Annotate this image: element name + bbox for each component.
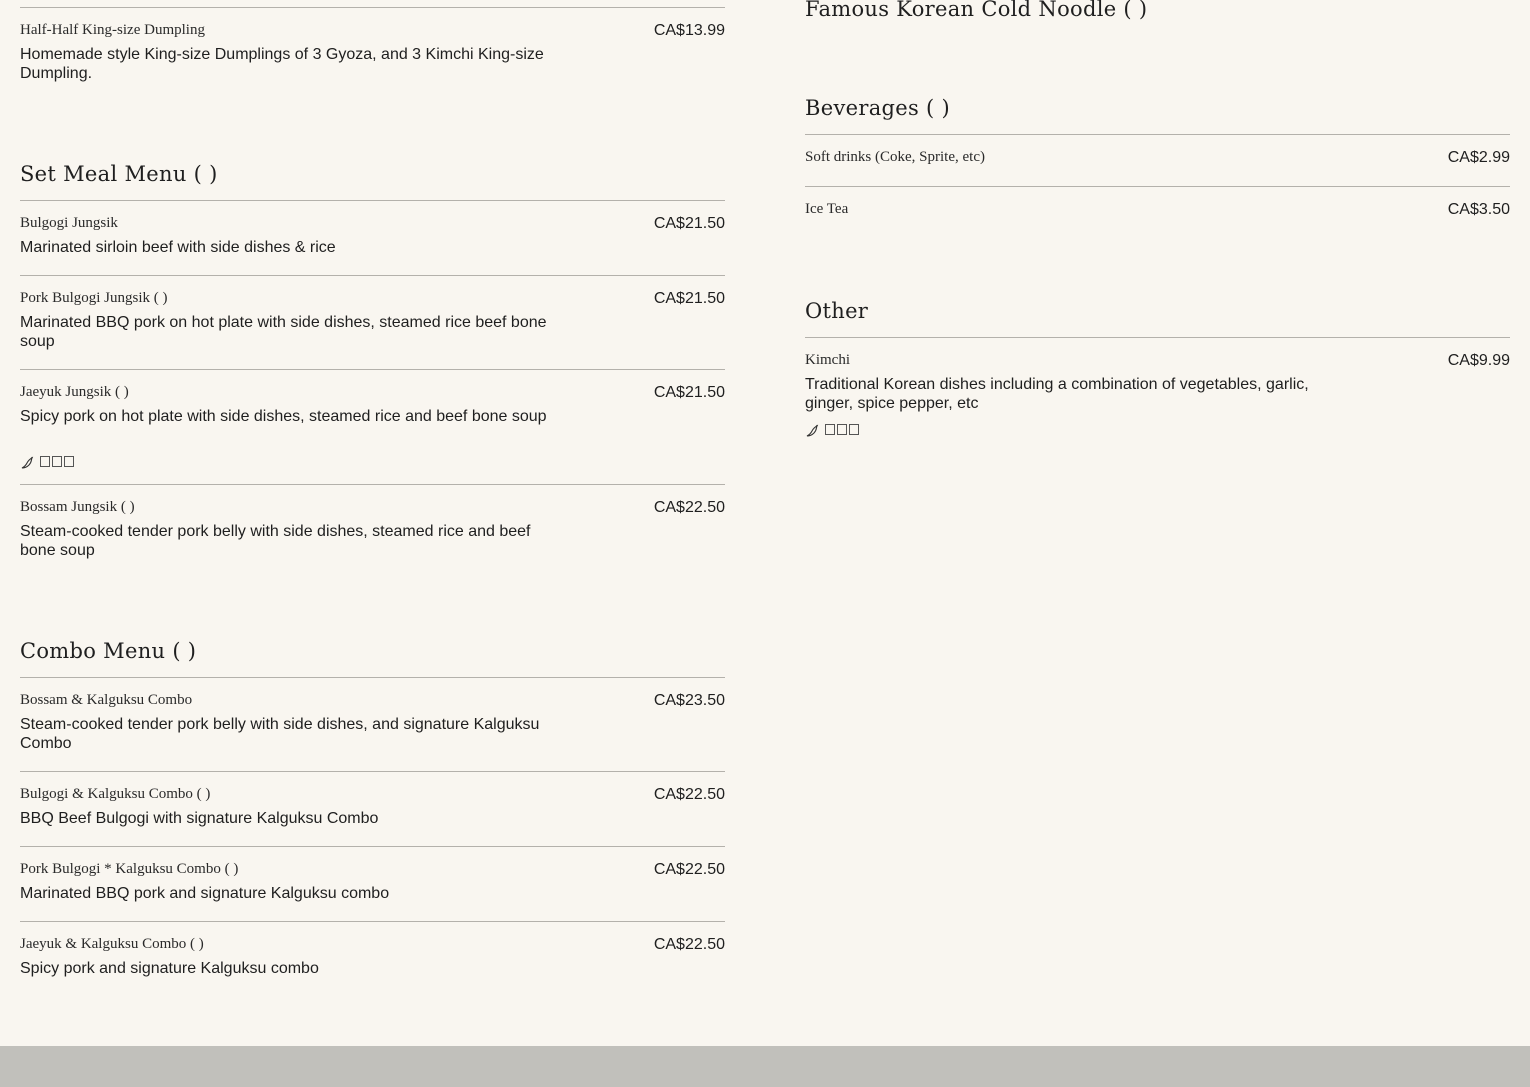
item-name: Ice Tea: [805, 201, 849, 217]
item-divider: [20, 771, 725, 772]
item-price: CA$22.50: [653, 499, 725, 516]
item-name: Kimchi: [805, 352, 850, 368]
item-price: CA$13.99: [653, 22, 725, 39]
item-description: Steam-cooked tender pork belly with side…: [20, 523, 531, 559]
section-title-combo: Combo Menu ( ): [20, 639, 197, 663]
item-price: CA$3.50: [1447, 201, 1510, 218]
item-tags: [805, 424, 861, 438]
item-price: CA$21.50: [653, 215, 725, 232]
item-description: Marinated BBQ pork and signature Kalguks…: [20, 885, 390, 902]
item-name: Jaeyuk & Kalguksu Combo ( ): [20, 936, 204, 952]
item-name: Jaeyuk Jungsik ( ): [20, 384, 129, 400]
footer-band: [0, 1046, 1530, 1087]
item-description: Marinated sirloin beef with side dishes …: [20, 239, 336, 256]
item-description: Spicy pork and signature Kalguksu combo: [20, 960, 319, 977]
section-divider: [805, 337, 1510, 338]
section-title-other: Other: [805, 299, 869, 323]
section-title-beverages: Beverages ( ): [805, 96, 950, 120]
item-name: Bulgogi & Kalguksu Combo ( ): [20, 786, 211, 802]
item-divider: [20, 369, 725, 370]
tag-glyph-boxes: [825, 422, 861, 440]
item-price: CA$22.50: [653, 786, 725, 803]
item-description: Traditional Korean dishes including a co…: [805, 376, 1309, 412]
item-name: Half-Half King-size Dumpling: [20, 22, 205, 38]
item-description: Homemade style King-size Dumplings of 3 …: [20, 46, 544, 82]
item-name: Bossam Jungsik ( ): [20, 499, 135, 515]
item-description: Spicy pork on hot plate with side dishes…: [20, 408, 547, 425]
menu-column-right: Famous Korean Cold Noodle ( ) Beverages …: [805, 0, 1510, 1046]
item-price: CA$2.99: [1447, 149, 1510, 166]
item-divider: [20, 921, 725, 922]
item-description: Marinated BBQ pork on hot plate with sid…: [20, 314, 547, 350]
item-price: CA$21.50: [653, 290, 725, 307]
item-description: BBQ Beef Bulgogi with signature Kalguksu…: [20, 810, 379, 827]
chili-icon: [805, 424, 819, 438]
item-price: CA$9.99: [1447, 352, 1510, 369]
menu-column-left: Half-Half King-size Dumpling CA$13.99 Ho…: [20, 0, 725, 1046]
item-divider: [20, 484, 725, 485]
item-price: CA$22.50: [653, 936, 725, 953]
item-divider: [20, 275, 725, 276]
section-divider: [20, 200, 725, 201]
item-name: Pork Bulgogi Jungsik ( ): [20, 290, 168, 306]
tag-glyph-boxes: [40, 454, 76, 472]
item-description: Steam-cooked tender pork belly with side…: [20, 716, 540, 752]
item-divider: [805, 186, 1510, 187]
item-name: Pork Bulgogi * Kalguksu Combo ( ): [20, 861, 239, 877]
section-divider: [805, 134, 1510, 135]
item-divider: [20, 7, 725, 8]
item-name: Soft drinks (Coke, Sprite, etc): [805, 149, 985, 165]
menu-page: Half-Half King-size Dumpling CA$13.99 Ho…: [0, 0, 1530, 1046]
section-title-cold-noodle: Famous Korean Cold Noodle ( ): [805, 0, 1148, 21]
item-divider: [20, 846, 725, 847]
item-name: Bossam & Kalguksu Combo: [20, 692, 193, 708]
chili-icon: [20, 456, 34, 470]
item-name: Bulgogi Jungsik: [20, 215, 118, 231]
item-price: CA$21.50: [653, 384, 725, 401]
section-title-set-meal: Set Meal Menu ( ): [20, 162, 218, 186]
section-divider: [20, 677, 725, 678]
item-tags: [20, 456, 76, 470]
item-price: CA$23.50: [653, 692, 725, 709]
item-price: CA$22.50: [653, 861, 725, 878]
